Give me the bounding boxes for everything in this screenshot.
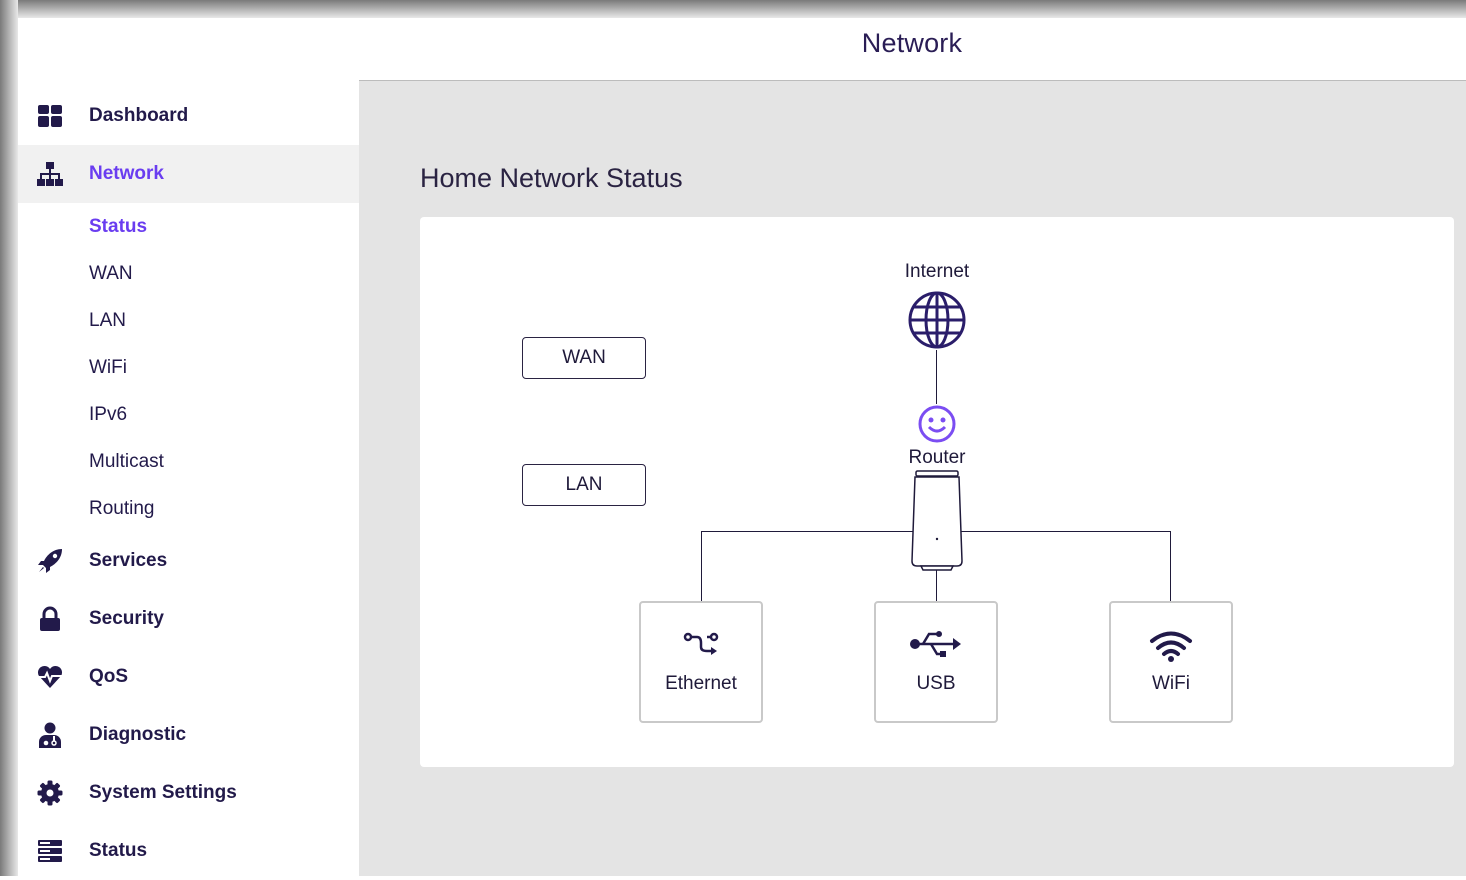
router-icon[interactable] <box>907 469 967 571</box>
sidebar-item-label: Network <box>89 163 164 184</box>
wifi-label: WiFi <box>1152 673 1190 694</box>
internet-link-line <box>936 350 937 404</box>
sidebar-item-label: System Settings <box>89 782 237 803</box>
page-header-title: Network <box>861 28 963 58</box>
sidebar-item-label: QoS <box>89 666 129 687</box>
sidebar-item-dashboard[interactable]: Dashboard <box>18 87 359 145</box>
sidebar-item-label: Diagnostic <box>89 724 187 745</box>
subnav-wan[interactable]: WAN <box>89 263 133 285</box>
page-title: Home Network Status <box>420 163 683 193</box>
heart-pulse-icon <box>37 664 63 690</box>
sidebar-item-security[interactable]: Security <box>18 590 359 648</box>
subnav-wifi[interactable]: WiFi <box>89 357 127 379</box>
wifi-icon <box>1111 629 1231 662</box>
sidebar-item-label: Services <box>89 550 168 571</box>
gear-icon <box>37 780 63 806</box>
internet-label: Internet <box>904 261 970 282</box>
sidebar-item-services[interactable]: Services <box>18 532 359 590</box>
subnav-ipv6[interactable]: IPv6 <box>89 404 127 426</box>
window-frame-top <box>0 0 1466 18</box>
subnav-status[interactable]: Status <box>89 216 147 238</box>
sidebar: Dashboard Network Status WAN LAN WiFi IP… <box>18 81 359 876</box>
network-diagram-card: WAN LAN Internet Router Ethernet USB WiF… <box>420 217 1454 767</box>
sidebar-item-network[interactable]: Network <box>18 145 359 203</box>
ethernet-device-box[interactable]: Ethernet <box>639 601 763 723</box>
sidebar-item-label: Security <box>89 608 164 629</box>
dashboard-icon <box>37 103 63 129</box>
ethernet-label: Ethernet <box>665 673 737 694</box>
lan-button[interactable]: LAN <box>522 464 646 506</box>
wifi-link-vertical <box>1170 531 1171 601</box>
wan-button[interactable]: WAN <box>522 337 646 379</box>
globe-icon <box>907 290 967 350</box>
sidebar-item-system-settings[interactable]: System Settings <box>18 764 359 822</box>
rocket-icon <box>37 548 63 574</box>
usb-icon <box>876 629 996 659</box>
header: Network <box>18 18 1466 81</box>
wifi-device-box[interactable]: WiFi <box>1109 601 1233 723</box>
network-icon <box>37 161 63 187</box>
sidebar-item-label: Status <box>89 840 148 861</box>
sidebar-item-diagnostic[interactable]: Diagnostic <box>18 706 359 764</box>
subnav-lan[interactable]: LAN <box>89 310 126 332</box>
subnav-routing[interactable]: Routing <box>89 498 155 520</box>
sidebar-item-status[interactable]: Status <box>18 822 359 880</box>
ethernet-link-vertical <box>701 531 702 601</box>
ethernet-icon <box>641 629 761 659</box>
main-content: Home Network Status WAN LAN Internet Rou… <box>359 81 1466 876</box>
usb-label: USB <box>916 673 956 694</box>
server-icon <box>37 838 63 864</box>
usb-device-box[interactable]: USB <box>874 601 998 723</box>
subnav-multicast[interactable]: Multicast <box>89 451 164 473</box>
sidebar-item-qos[interactable]: QoS <box>18 648 359 706</box>
usb-link-vertical <box>936 567 937 601</box>
lock-icon <box>37 606 63 632</box>
app-window: Network Dashboard Network Status WAN LAN… <box>18 18 1466 876</box>
router-label: Router <box>908 447 966 468</box>
window-frame-left <box>0 0 18 876</box>
doctor-icon <box>37 722 63 748</box>
smiley-status-icon <box>917 404 957 444</box>
sidebar-item-label: Dashboard <box>89 105 189 126</box>
